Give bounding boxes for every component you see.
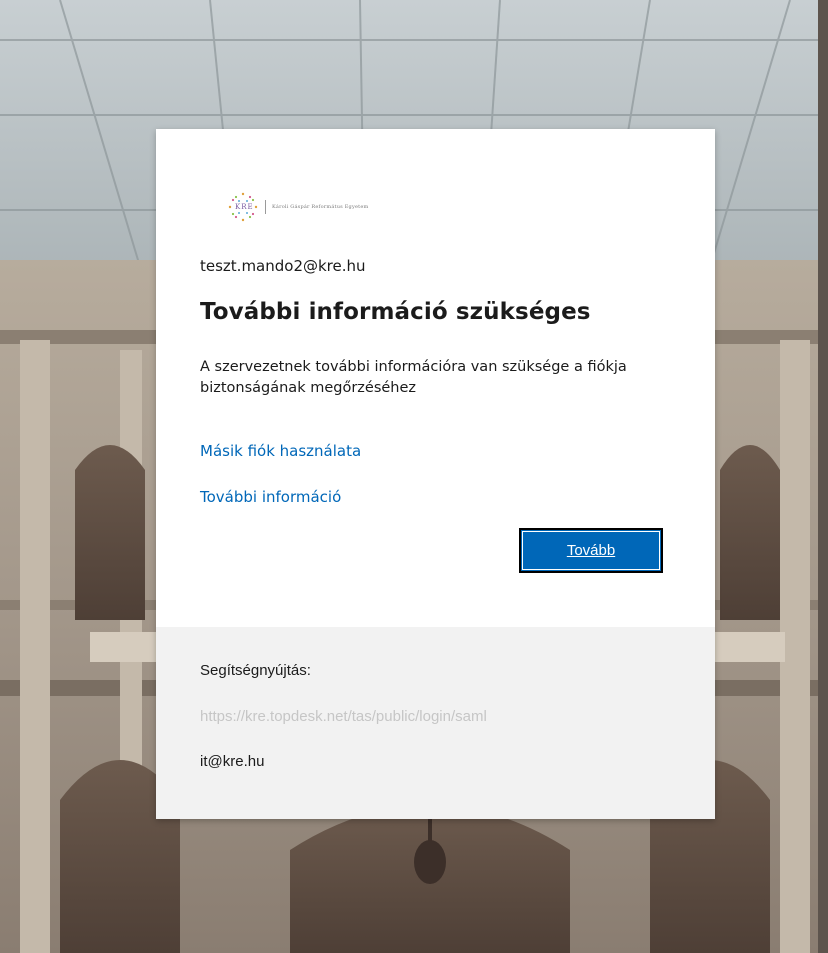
next-button[interactable]: Tovább	[519, 528, 663, 573]
more-information-link[interactable]: További információ	[200, 488, 341, 506]
help-url-link[interactable]: https://kre.topdesk.net/tas/public/login…	[200, 708, 487, 725]
organization-logo: KRE Károli Gáspár Református Egyetem	[228, 183, 368, 231]
logo-text: Károli Gáspár Református Egyetem	[261, 200, 368, 214]
signin-card-main: KRE Károli Gáspár Református Egyetem tes…	[156, 129, 715, 627]
logo-star-icon: KRE	[228, 192, 258, 222]
signed-in-identity: teszt.mando2@kre.hu	[200, 257, 366, 275]
page-description: A szervezetnek további információra van …	[200, 359, 627, 396]
signin-card: KRE Károli Gáspár Református Egyetem tes…	[156, 129, 715, 819]
logo-university-name: Károli Gáspár Református Egyetem	[272, 204, 369, 210]
use-another-account-link[interactable]: Másik fiók használata	[200, 442, 361, 460]
logo-divider	[265, 200, 266, 214]
logo-abbreviation: KRE	[235, 203, 254, 211]
help-label: Segítségnyújtás:	[200, 662, 311, 679]
help-email: it@kre.hu	[200, 753, 265, 770]
page-title: További információ szükséges	[200, 299, 591, 325]
help-footer: Segítségnyújtás: https://kre.topdesk.net…	[156, 627, 715, 819]
